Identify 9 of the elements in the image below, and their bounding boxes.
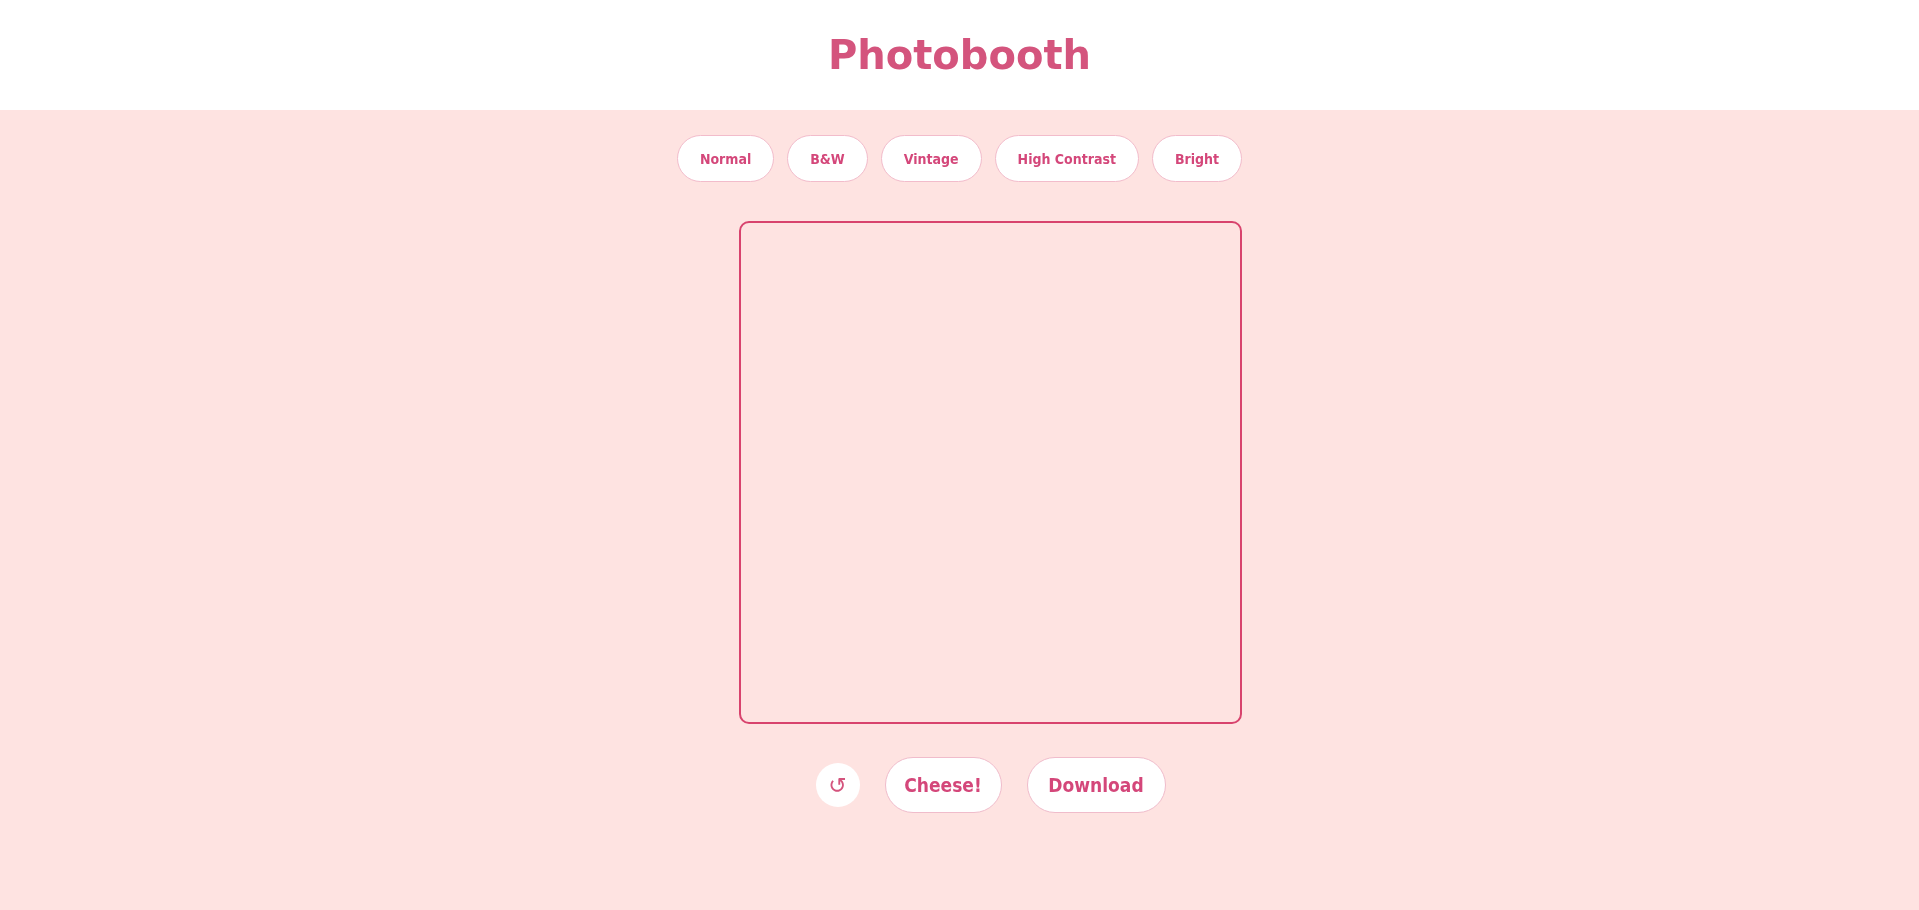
- download-button[interactable]: Download: [1026, 757, 1166, 813]
- filter-button[interactable]: Bright: [1151, 135, 1243, 182]
- filter-button[interactable]: Normal: [676, 135, 775, 182]
- filter-button[interactable]: Vintage: [880, 135, 982, 182]
- filter-button[interactable]: B&W: [787, 135, 868, 182]
- reset-button[interactable]: ↺: [815, 763, 860, 807]
- app-title: Photobooth: [827, 32, 1092, 78]
- capture-button[interactable]: Cheese!: [884, 757, 1002, 813]
- filter-button[interactable]: High Contrast: [994, 135, 1139, 182]
